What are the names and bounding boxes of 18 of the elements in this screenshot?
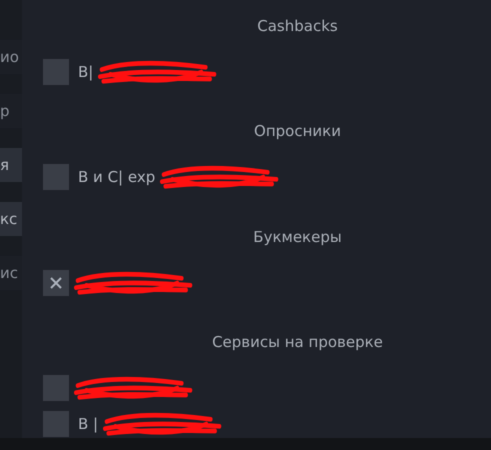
sidebar-item[interactable]: я [0, 148, 22, 182]
section-heading: Букмекеры [253, 226, 342, 248]
checkbox[interactable] [43, 374, 69, 401]
section-heading: Сервисы на проверке [212, 332, 383, 353]
sidebar-item[interactable]: ис [0, 256, 22, 290]
sidebar-item[interactable]: р [0, 94, 22, 128]
checkbox[interactable] [43, 270, 69, 296]
item-label: B | [78, 414, 98, 433]
checkbox[interactable] [43, 410, 69, 437]
item-label: B и C| exp [78, 168, 156, 186]
checkbox[interactable] [43, 59, 69, 85]
section-heading: Cashbacks [257, 16, 338, 37]
checkbox[interactable] [43, 164, 69, 190]
item-label: B| [78, 63, 94, 81]
cross-icon [49, 276, 63, 290]
section-heading: Опросники [254, 121, 341, 142]
sidebar-item[interactable]: кс [0, 202, 22, 236]
sidebar-item[interactable]: ио [0, 40, 22, 74]
